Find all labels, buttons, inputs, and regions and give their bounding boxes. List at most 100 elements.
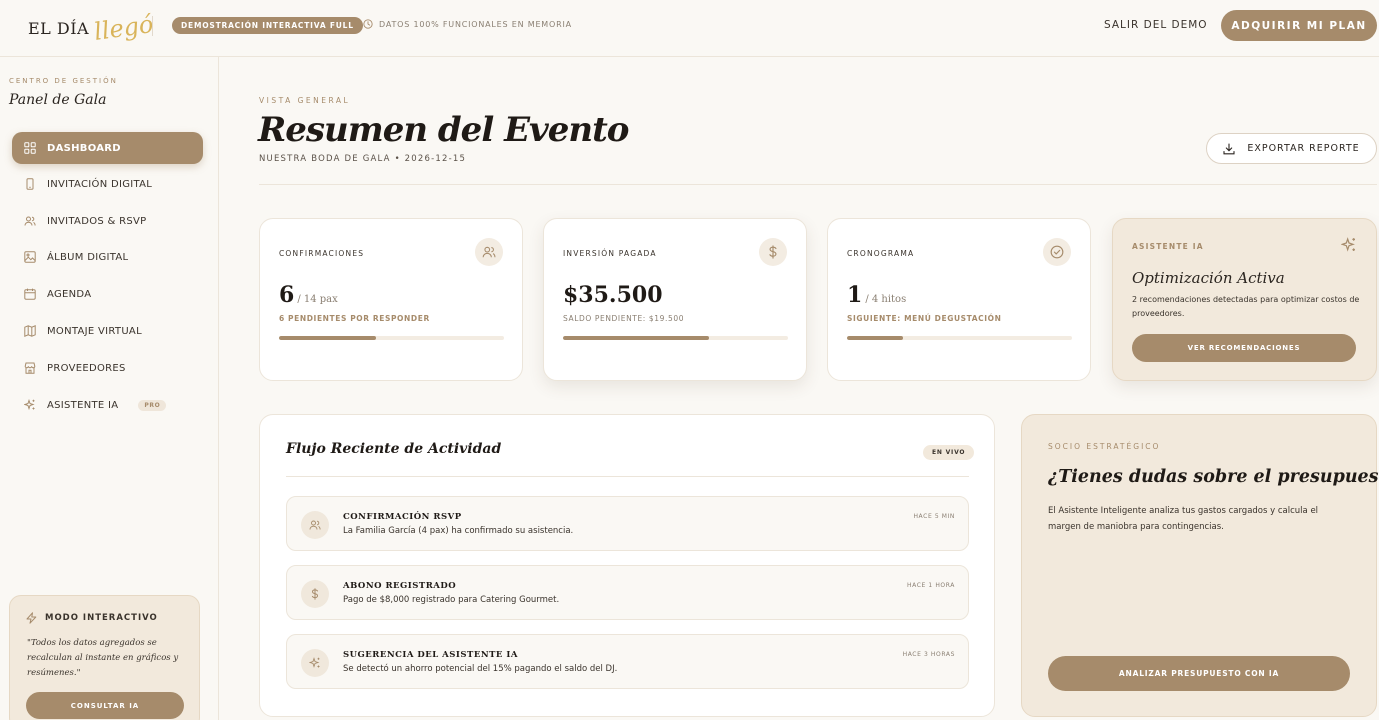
analyze-budget-button[interactable]: ANALIZAR PRESUPUESTO CON IA <box>1048 656 1350 691</box>
sidebar-item-label: PROVEEDORES <box>47 362 126 374</box>
investment-icon-wrap <box>759 238 787 266</box>
investment-progress-fill <box>563 336 710 340</box>
clock-icon <box>363 19 373 29</box>
download-icon <box>1223 142 1235 154</box>
activity-item-title: SUGERENCIA DEL ASISTENTE IA <box>343 650 518 660</box>
sparkle-icon <box>24 399 35 411</box>
schedule-note: SIGUIENTE: MENÚ DEGUSTACIÓN <box>847 314 1002 323</box>
ai-assistant-card: ASISTENTE IA Optimización Activa 2 recom… <box>1112 218 1377 381</box>
phone-icon <box>26 178 34 190</box>
activity-item-description: Pago de $8,000 registrado para Catering … <box>343 595 560 605</box>
confirmations-value: 6/ 14 pax <box>279 282 338 308</box>
activity-title: Flujo Reciente de Actividad <box>286 441 502 457</box>
sidebar-item-label: INVITADOS & RSVP <box>47 215 147 227</box>
check-circle-icon <box>1050 245 1064 259</box>
sidebar: CENTRO DE GESTIÓN Panel de Gala DASHBOAR… <box>0 57 219 720</box>
users-icon <box>24 216 36 226</box>
grid-icon <box>24 142 36 154</box>
confirmations-total: / 14 pax <box>297 294 338 305</box>
investment-card: INVERSIÓN PAGADA $35.500 SALDO PENDIENTE… <box>543 218 807 381</box>
confirmations-label: CONFIRMACIONES <box>279 249 365 258</box>
interactive-mode-title: MODO INTERACTIVO <box>45 613 158 623</box>
sidebar-item-virtual-setup[interactable]: MONTAJE VIRTUAL <box>12 315 203 347</box>
sparkle-icon <box>1341 237 1355 252</box>
sidebar-item-suppliers[interactable]: PROVEEDORES <box>12 352 203 384</box>
confirmations-progress-fill <box>279 336 376 340</box>
ai-card-title: Optimización Activa <box>1132 269 1285 287</box>
interactive-mode-box: MODO INTERACTIVO "Todos los datos agrega… <box>9 595 200 720</box>
investment-value: $35.500 <box>563 282 663 308</box>
logo[interactable]: EL DÍA llegó <box>28 8 156 48</box>
view-recommendations-button[interactable]: VER RECOMENDACIONES <box>1132 334 1356 362</box>
activity-item-time: HACE 1 HORA <box>907 582 955 589</box>
store-icon <box>24 362 36 374</box>
sidebar-kicker: CENTRO DE GESTIÓN <box>9 77 118 85</box>
header-divider <box>259 184 1377 185</box>
users-icon <box>309 520 321 530</box>
schedule-card: CRONOGRAMA 1/ 4 hitos SIGUIENTE: MENÚ DE… <box>827 218 1091 381</box>
sidebar-item-agenda[interactable]: AGENDA <box>12 278 203 310</box>
confirmations-icon-wrap <box>475 238 503 266</box>
consult-ai-button[interactable]: CONSULTAR IA <box>26 692 184 719</box>
sidebar-item-label: ASISTENTE IA <box>47 399 119 411</box>
ai-card-description: 2 recomendaciones detectadas para optimi… <box>1132 295 1360 318</box>
sidebar-item-guests[interactable]: INVITADOS & RSVP <box>12 205 203 237</box>
export-report-button[interactable]: EXPORTAR REPORTE <box>1206 133 1377 164</box>
activity-item-description: La Familia García (4 pax) ha confirmado … <box>343 526 574 536</box>
confirmations-progress <box>279 336 504 340</box>
activity-icon-wrap <box>301 649 329 677</box>
activity-icon-wrap <box>301 511 329 539</box>
investment-note: SALDO PENDIENTE: $19.500 <box>563 314 685 323</box>
page-kicker: VISTA GENERAL <box>259 96 351 105</box>
schedule-total: / 4 hitos <box>865 294 907 305</box>
lightning-icon <box>26 612 37 624</box>
confirmations-card: CONFIRMACIONES 6/ 14 pax 6 PENDIENTES PO… <box>259 218 523 381</box>
live-badge: EN VIVO <box>923 445 975 460</box>
sidebar-item-label: INVITACIÓN DIGITAL <box>47 178 153 190</box>
activity-item[interactable]: SUGERENCIA DEL ASISTENTE IA Se detectó u… <box>286 634 969 689</box>
sidebar-item-album[interactable]: ÁLBUM DIGITAL <box>12 241 203 273</box>
partner-description: El Asistente Inteligente analiza tus gas… <box>1048 506 1319 532</box>
activity-divider <box>286 476 969 477</box>
memory-note-text: DATOS 100% FUNCIONALES EN MEMORIA <box>379 19 572 29</box>
sidebar-item-label: DASHBOARD <box>47 142 121 154</box>
activity-icon-wrap <box>301 580 329 608</box>
users-icon <box>482 246 496 258</box>
strategic-partner-card: SOCIO ESTRATÉGICO ¿Tienes dudas sobre el… <box>1021 414 1379 717</box>
confirmations-note: 6 PENDIENTES POR RESPONDER <box>279 314 430 323</box>
sidebar-item-label: MONTAJE VIRTUAL <box>47 325 142 337</box>
activity-item-time: HACE 3 HORAS <box>902 651 955 658</box>
activity-feed: Flujo Reciente de Actividad EN VIVO CONF… <box>259 414 995 717</box>
demo-badge: DEMOSTRACIÓN INTERACTIVA FULL <box>172 17 363 34</box>
partner-title: ¿Tienes dudas sobre el presupuesto? <box>1048 467 1379 487</box>
exit-demo-link[interactable]: SALIR DEL DEMO <box>1104 19 1208 31</box>
sidebar-title: Panel de Gala <box>9 92 107 108</box>
memory-note: DATOS 100% FUNCIONALES EN MEMORIA <box>363 19 572 29</box>
sidebar-item-label: ÁLBUM DIGITAL <box>47 251 129 263</box>
sidebar-item-invitation[interactable]: INVITACIÓN DIGITAL <box>12 168 203 200</box>
pro-badge: PRO <box>138 399 167 411</box>
dollar-icon <box>311 588 319 600</box>
sparkle-icon <box>309 657 320 668</box>
activity-item-title: ABONO REGISTRADO <box>343 581 457 591</box>
investment-progress <box>563 336 788 340</box>
schedule-progress-fill <box>847 336 904 340</box>
export-report-label: EXPORTAR REPORTE <box>1247 143 1360 154</box>
buy-plan-button[interactable]: ADQUIRIR MI PLAN <box>1221 10 1377 41</box>
sidebar-item-ai-assistant[interactable]: ASISTENTE IA PRO <box>12 389 203 421</box>
partner-kicker: SOCIO ESTRATÉGICO <box>1048 442 1161 451</box>
activity-item-description: Se detectó un ahorro potencial del 15% p… <box>343 664 618 674</box>
logo-script-text: llegó <box>92 10 156 46</box>
calendar-icon <box>24 288 36 300</box>
investment-label: INVERSIÓN PAGADA <box>563 249 657 258</box>
schedule-value: 1/ 4 hitos <box>847 282 907 308</box>
activity-item[interactable]: ABONO REGISTRADO Pago de $8,000 registra… <box>286 565 969 620</box>
activity-item[interactable]: CONFIRMACIÓN RSVP La Familia García (4 p… <box>286 496 969 551</box>
ai-card-kicker: ASISTENTE IA <box>1132 242 1204 251</box>
logo-main-text: EL DÍA <box>28 18 90 38</box>
map-icon <box>24 325 36 337</box>
sidebar-item-dashboard[interactable]: DASHBOARD <box>12 132 203 164</box>
top-bar: EL DÍA llegó DEMOSTRACIÓN INTERACTIVA FU… <box>0 0 1379 57</box>
schedule-progress <box>847 336 1072 340</box>
logo-divider <box>152 16 153 36</box>
